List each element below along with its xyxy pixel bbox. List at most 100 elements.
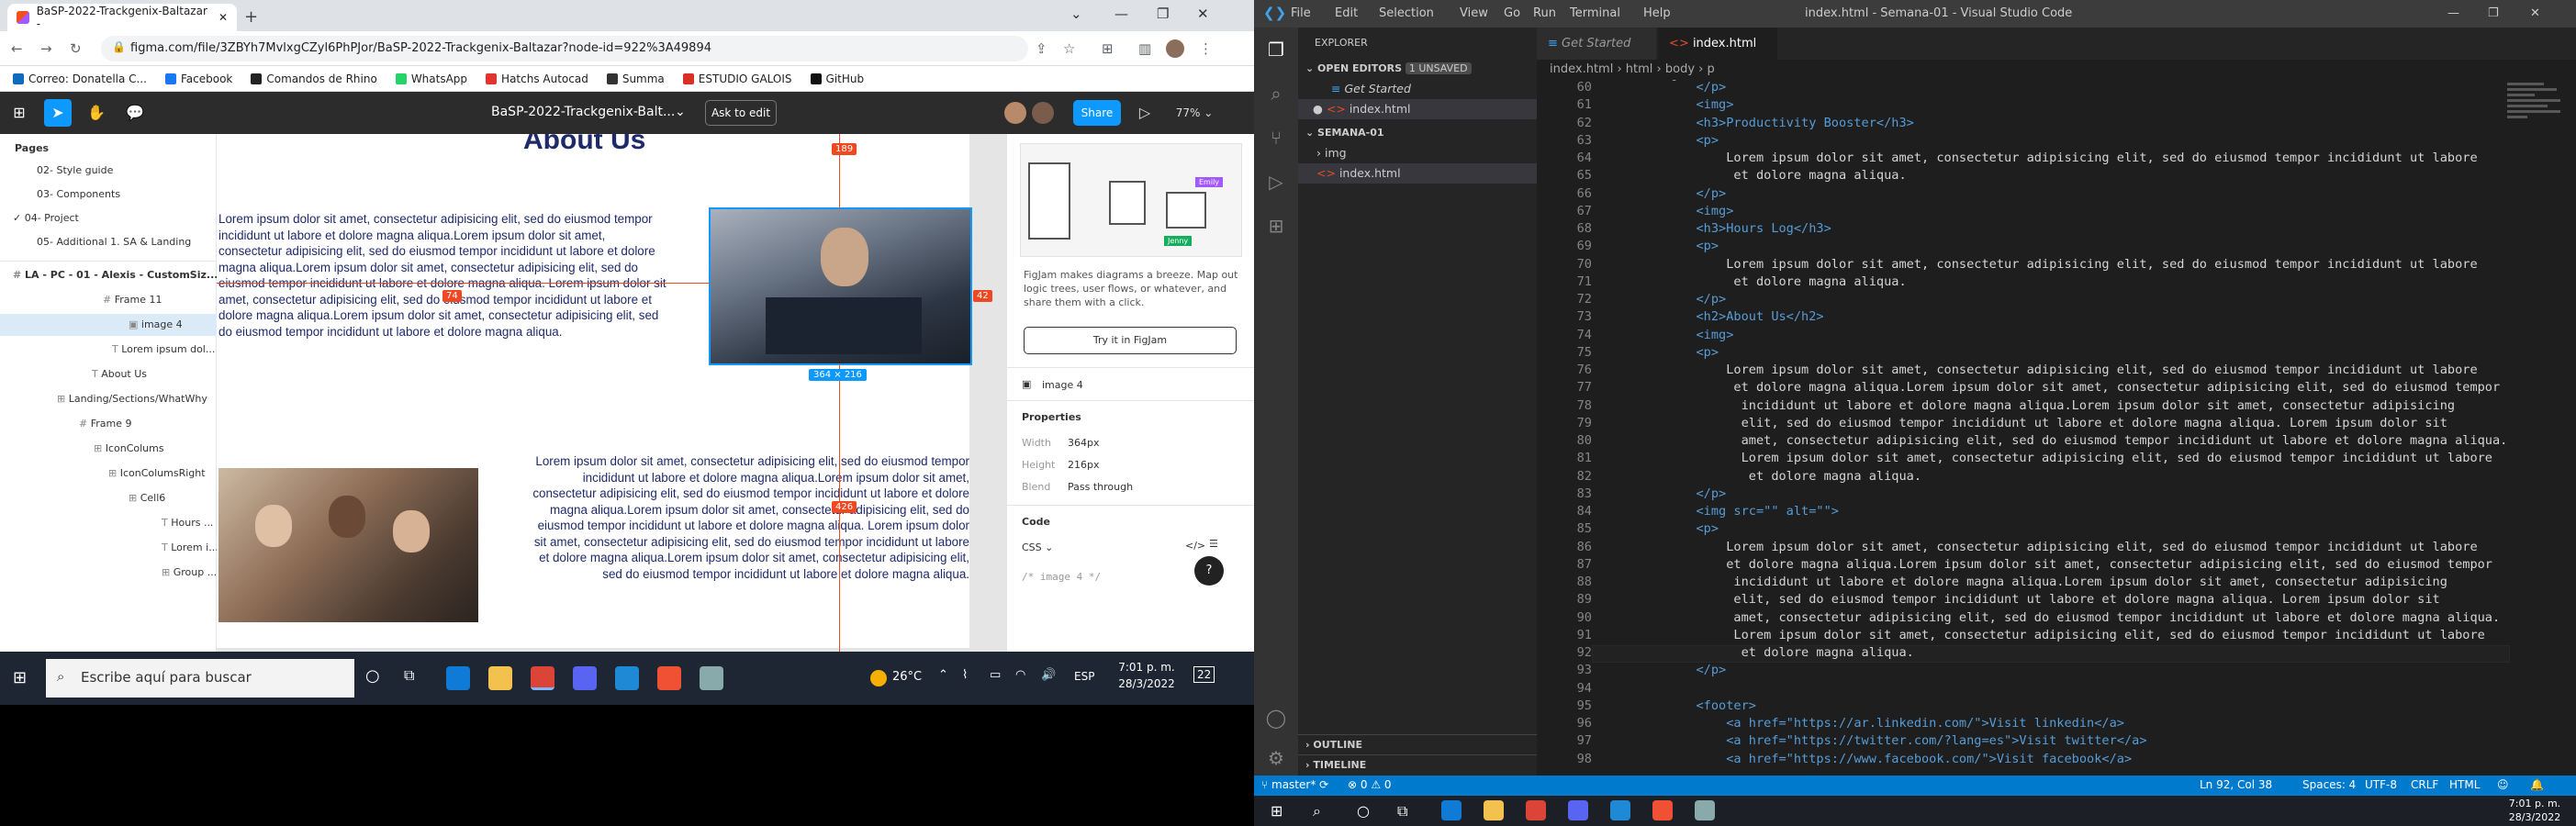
open-editor-item[interactable]: ≡ Get Started <box>1298 79 1537 99</box>
cortana-icon[interactable]: ○ <box>1357 802 1370 820</box>
code-line[interactable]: <a href="https://twitter.com/?lang=es">V… <box>1636 733 2146 748</box>
figma-menu-icon[interactable]: ⊞ <box>6 99 33 127</box>
minimap[interactable] <box>2507 80 2562 190</box>
file-explorer-icon[interactable] <box>488 666 512 690</box>
eol-setting[interactable]: CRLF <box>2411 778 2438 791</box>
bookmark-star-icon[interactable]: ☆ <box>1063 40 1075 57</box>
code-line[interactable]: incididunt ut labore et dolore magna ali… <box>1636 575 2447 589</box>
file-title[interactable]: BaSP-2022-Trackgenix-Balt... <box>491 105 675 119</box>
code-line[interactable]: <p> <box>1636 345 1719 360</box>
layer-item[interactable]: ⊞ Group ... <box>0 562 217 584</box>
tab-index-html[interactable]: <> index.html ● <box>1658 28 1777 83</box>
layer-item[interactable]: ⊞ IconColumsRight <box>0 463 217 485</box>
bookmark-item[interactable]: WhatsApp <box>395 71 467 86</box>
code-line[interactable]: Lorem ipsum dolor sit amet, consectetur … <box>1636 451 2492 465</box>
menu-selection[interactable]: Selection <box>1379 6 1434 20</box>
code-line[interactable]: <img> <box>1636 204 1733 218</box>
comment-tool-icon[interactable]: 💬 <box>121 99 149 127</box>
layer-item[interactable]: # Frame 9 <box>0 413 217 435</box>
share-button[interactable]: Share <box>1073 100 1121 126</box>
new-tab-icon[interactable]: + <box>244 7 258 27</box>
list-icon[interactable]: ☰ <box>1209 538 1218 550</box>
tree-item[interactable]: › img <box>1298 143 1537 163</box>
menu-view[interactable]: View <box>1460 6 1488 20</box>
menu-file[interactable]: File <box>1291 6 1311 20</box>
chrome-menu-icon[interactable]: ⋮ <box>1199 40 1213 57</box>
layer-item[interactable]: ▣ image 4 <box>0 314 217 336</box>
code-line[interactable]: et dolore magna aliqua. <box>1636 274 1906 289</box>
language-mode[interactable]: HTML <box>2449 778 2480 791</box>
source-control-icon[interactable]: ⑂ <box>1265 127 1287 149</box>
code-line[interactable]: <p> <box>1636 239 1719 253</box>
folder-section[interactable]: ⌄ SEMANA-01 <box>1298 123 1537 143</box>
code-line[interactable]: amet, consectetur adipisicing elit, sed … <box>1636 433 2508 448</box>
battery-icon[interactable]: ▭ <box>990 668 1001 682</box>
code-editor[interactable]: 60 </p> 61 <img> 62 <h3>Productivity Boost… <box>1537 80 2576 776</box>
menu-run[interactable]: Run <box>1533 6 1556 20</box>
vscode-icon[interactable] <box>1610 800 1630 820</box>
task-view-icon[interactable]: ⧉ <box>404 666 414 685</box>
avatar[interactable] <box>1032 102 1054 124</box>
code-line[interactable]: <h3>Productivity Booster</h3> <box>1636 116 1913 130</box>
outline-section[interactable]: › OUTLINE <box>1298 734 1537 754</box>
bookmark-item[interactable]: Summa <box>606 71 665 86</box>
code-line[interactable]: et dolore magna aliqua. <box>1636 168 1906 183</box>
zoom-control[interactable]: 77% ⌄ <box>1171 99 1217 127</box>
windows-start-icon[interactable]: ⊞ <box>1271 802 1282 820</box>
close-window-icon[interactable]: ✕ <box>1197 6 1209 22</box>
feedback-icon[interactable]: ☺ <box>2497 778 2509 791</box>
code-line[interactable]: et dolore magna aliqua.Lorem ipsum dolor… <box>1636 557 2492 572</box>
code-line[interactable]: </p> <box>1636 80 1726 95</box>
breadcrumb-item[interactable]: body <box>1665 62 1695 76</box>
code-line[interactable]: <img src="" alt=""> <box>1636 504 1839 519</box>
code-line[interactable]: <footer> <box>1636 698 1755 713</box>
code-line[interactable]: et dolore magna aliqua. <box>1636 645 1914 660</box>
vscode-icon[interactable] <box>615 666 639 690</box>
run-debug-icon[interactable]: ▷ <box>1265 171 1287 193</box>
discord-icon[interactable] <box>1568 800 1588 820</box>
css-select[interactable]: CSS ⌄ <box>1022 541 1053 553</box>
figma-canvas[interactable]: About Us Lorem ipsum dolor sit amet, con… <box>217 134 1006 670</box>
git-icon[interactable] <box>1652 800 1673 820</box>
code-line[interactable]: incididunt ut labore et dolore magna ali… <box>1636 398 2456 413</box>
account-icon[interactable]: ◯ <box>1265 707 1287 729</box>
ask-to-edit-button[interactable]: Ask to edit <box>705 100 777 126</box>
problems-indicator[interactable]: ⊗ 0 ⚠ 0 <box>1348 778 1392 791</box>
code-line[interactable]: </p> <box>1636 186 1726 201</box>
code-line[interactable]: <p> <box>1636 133 1719 148</box>
minimize-icon[interactable]: — <box>1114 6 1128 22</box>
chrome-icon[interactable] <box>531 666 554 690</box>
bell-icon[interactable]: 🔔 <box>2530 778 2544 791</box>
code-line[interactable]: <h3>Hours Log</h3> <box>1636 221 1831 236</box>
windows-start-icon[interactable]: ⊞ <box>13 668 27 687</box>
help-button[interactable]: ? <box>1194 556 1224 586</box>
layer-item[interactable]: ⊞ Cell6 <box>0 487 217 509</box>
present-icon[interactable]: ▷ <box>1131 99 1159 127</box>
search-icon[interactable]: ⌕ <box>1265 83 1287 105</box>
layer-item[interactable]: ⊞ Landing/Sections/WhatWhy <box>0 388 217 410</box>
timeline-section[interactable]: › TIMELINE <box>1298 754 1537 775</box>
weather-temp[interactable]: 26°C <box>892 670 922 684</box>
extensions-icon[interactable]: ⊞ <box>1102 40 1114 57</box>
bookmark-item[interactable]: Hatchs Autocad <box>486 71 588 86</box>
menu-terminal[interactable]: Terminal <box>1570 6 1620 20</box>
task-view-icon[interactable]: ⧉ <box>1397 802 1407 820</box>
share-page-icon[interactable]: ⇪ <box>1036 40 1047 57</box>
bookmark-item[interactable]: Comandos de Rhino <box>251 71 377 86</box>
code-line[interactable]: <a href="https://www.facebook.com/">Visi… <box>1636 752 2132 766</box>
clock-time[interactable]: 7:01 p. m. <box>2503 798 2567 809</box>
sidepanel-icon[interactable]: ▥ <box>1138 40 1151 57</box>
code-line[interactable]: et dolore magna aliqua. <box>1636 469 1921 484</box>
code-line[interactable]: et dolore magna aliqua.Lorem ipsum dolor… <box>1636 380 2500 395</box>
code-view-icon[interactable]: </> <box>1185 540 1205 552</box>
code-line[interactable]: Lorem ipsum dolor sit amet, consectetur … <box>1636 628 2484 642</box>
tab-get-started[interactable]: ≡ Get Started <box>1537 28 1656 60</box>
bookmark-item[interactable]: ESTUDIO GALOIS <box>682 71 792 86</box>
browser-tab[interactable]: BaSP-2022-Trackgenix-Baltazar - ✕ <box>7 4 237 31</box>
page-item[interactable]: 03- Components <box>0 184 217 206</box>
back-icon[interactable]: ← <box>11 40 23 57</box>
layer-item[interactable]: T Lorem i... <box>0 537 217 559</box>
branch-indicator[interactable]: ⑂ master* ⟳ <box>1261 778 1328 791</box>
taskbar-search-input[interactable]: ⌕ Escribe aquí para buscar <box>46 659 354 698</box>
edge-icon[interactable] <box>1441 800 1462 820</box>
